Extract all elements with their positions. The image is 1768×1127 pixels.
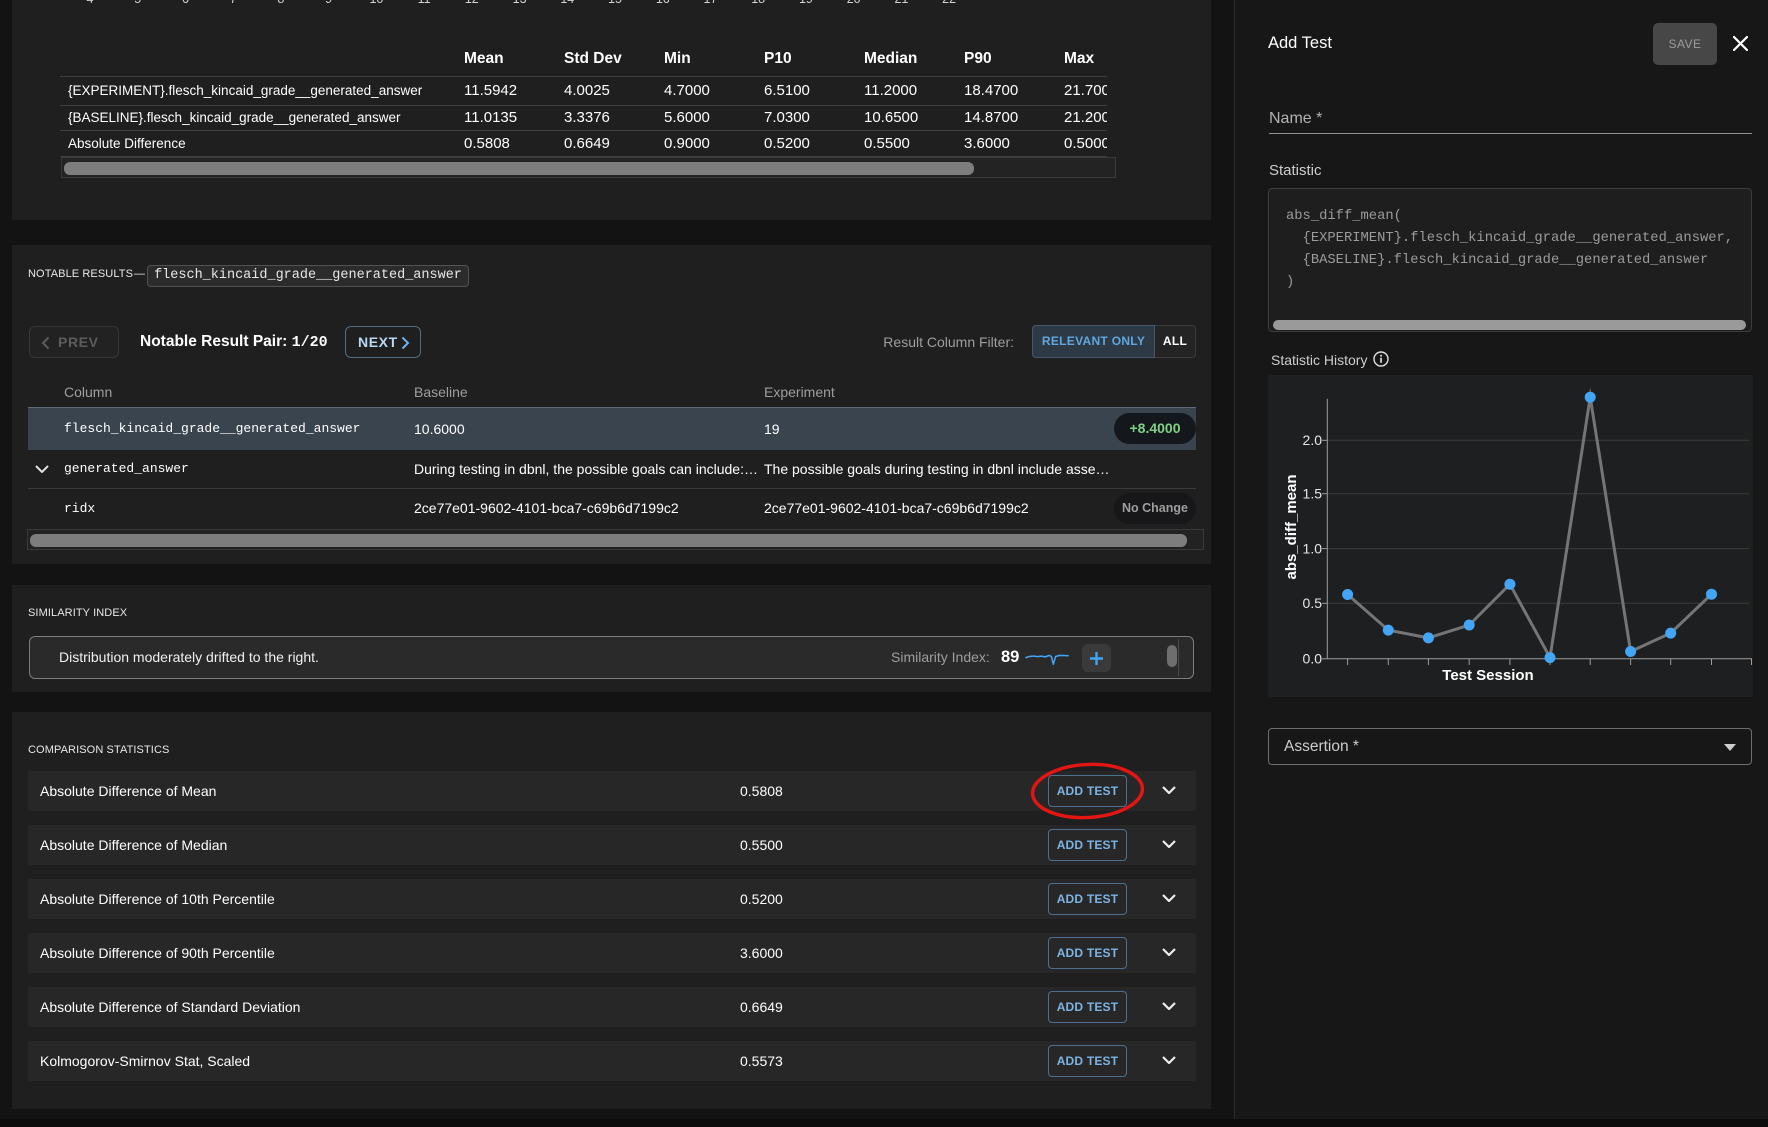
svg-text:2.0: 2.0 <box>1303 432 1323 448</box>
svg-text:abs_diff_mean: abs_diff_mean <box>1283 474 1300 579</box>
svg-text:Test Session: Test Session <box>1442 667 1533 684</box>
svg-text:0.0: 0.0 <box>1303 651 1323 667</box>
svg-text:0.5: 0.5 <box>1303 595 1323 611</box>
svg-text:1.0: 1.0 <box>1303 540 1323 556</box>
svg-text:1.5: 1.5 <box>1303 485 1323 501</box>
